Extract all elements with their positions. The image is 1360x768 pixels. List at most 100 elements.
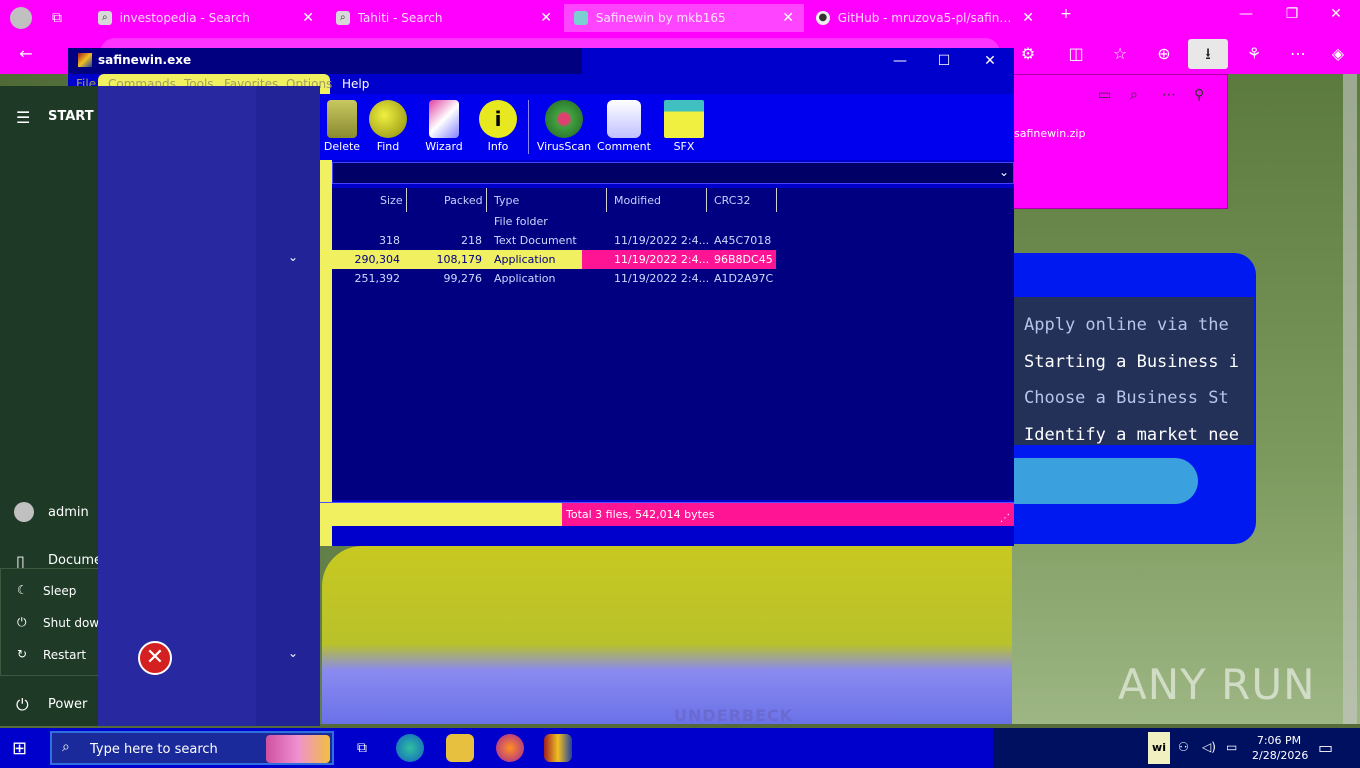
close-button[interactable]: ✕ xyxy=(970,50,1010,72)
tab-tahiti[interactable]: ⌕ Tahiti - Search ✕ xyxy=(326,4,562,32)
sfx-button[interactable]: SFX xyxy=(656,98,712,156)
cell-type: File folder xyxy=(494,215,548,228)
sleep-option[interactable]: Sleep xyxy=(43,584,76,598)
close-icon[interactable]: ✕ xyxy=(540,10,552,26)
list-item[interactable]: Identify a market nee xyxy=(1024,425,1239,445)
chevron-down-icon[interactable]: ⌄ xyxy=(288,250,298,264)
toolbar-label: Wizard xyxy=(425,140,463,153)
card-action-button[interactable] xyxy=(1014,458,1198,504)
cell-crc: A45C7018 xyxy=(714,234,772,247)
resize-grip-icon[interactable]: ⋰ xyxy=(1000,513,1010,524)
volume-icon[interactable]: ◁) xyxy=(1202,740,1216,754)
settings-icon[interactable]: ⚙ xyxy=(1016,42,1040,66)
copilot-icon[interactable]: ◈ xyxy=(1326,42,1350,66)
more-icon[interactable]: ⋯ xyxy=(1162,87,1176,103)
download-icon[interactable]: ⭳ xyxy=(1188,39,1228,69)
sleep-icon: ☾ xyxy=(17,583,28,597)
tab-github[interactable]: ● GitHub - mruzova5-pl/safinewin.exe ✕ xyxy=(806,4,1044,32)
close-icon[interactable]: ✕ xyxy=(302,10,314,26)
back-arrow-icon[interactable]: ← xyxy=(14,42,38,66)
firefox-icon[interactable] xyxy=(496,734,524,762)
table-row[interactable]: 251,392 99,276 Application 11/19/2022 2:… xyxy=(332,269,1014,288)
table-row[interactable]: 318 218 Text Document 11/19/2022 2:4... … xyxy=(332,231,1014,250)
taskbar-search-box[interactable]: ⌕ Type here to search xyxy=(50,731,334,765)
table-row-selected[interactable]: 290,304 108,179 Application 11/19/2022 2… xyxy=(332,250,1014,269)
list-item[interactable]: Starting a Business i xyxy=(1024,352,1239,372)
power-label[interactable]: Power xyxy=(48,697,87,712)
task-view-icon[interactable]: ⧉ xyxy=(348,734,376,762)
column-modified[interactable]: Modified xyxy=(614,194,661,207)
minimize-button[interactable]: — xyxy=(1228,6,1264,28)
favorites-icon[interactable]: ☆ xyxy=(1108,42,1132,66)
winrar-taskbar-icon[interactable] xyxy=(544,734,572,762)
cell-size: 318 xyxy=(379,234,400,247)
file-explorer-icon[interactable] xyxy=(446,734,474,762)
column-size[interactable]: Size xyxy=(380,194,403,207)
maximize-button[interactable]: ☐ xyxy=(924,50,964,72)
wizard-button[interactable]: Wizard xyxy=(416,98,472,156)
download-file-name[interactable]: safinewin.zip xyxy=(1014,127,1085,140)
downloads-panel: ▭ ⌕ ⋯ ⚲ safinewin.zip xyxy=(1013,74,1228,209)
close-icon[interactable]: ✕ xyxy=(782,10,794,26)
column-separator xyxy=(706,188,707,212)
winrar-titlebar[interactable]: safinewin.exe — ☐ ✕ xyxy=(68,48,1014,74)
network-icon[interactable]: ⚇ xyxy=(1178,740,1189,754)
anyrun-watermark: ANY RUN xyxy=(1118,660,1316,709)
path-dropdown[interactable]: ⌄ xyxy=(332,162,1014,184)
hamburger-icon[interactable]: ☰ xyxy=(16,108,30,127)
comment-icon xyxy=(607,100,641,138)
tab-title: investopedia - Search xyxy=(119,11,250,25)
chevron-down-icon[interactable]: ⌄ xyxy=(288,646,298,660)
column-packed[interactable]: Packed xyxy=(444,194,483,207)
toolbar-label: Comment xyxy=(597,140,651,153)
column-separator xyxy=(606,188,607,212)
tab-investopedia[interactable]: ⌕ investopedia - Search ✕ xyxy=(88,4,324,32)
tab-actions-button[interactable]: ⧉ xyxy=(48,4,80,32)
chevron-down-icon[interactable]: ⌄ xyxy=(999,165,1009,179)
shutdown-icon: ⏻ xyxy=(17,615,27,629)
toolbar-label: Find xyxy=(376,140,400,153)
split-screen-icon[interactable]: ◫ xyxy=(1064,42,1088,66)
search-placeholder: Type here to search xyxy=(90,742,218,757)
column-crc32[interactable]: CRC32 xyxy=(714,194,750,207)
tab-safinewin[interactable]: Safinewin by mkb165 ✕ xyxy=(564,4,804,32)
profile-avatar[interactable] xyxy=(6,4,38,32)
pin-icon[interactable]: ⚲ xyxy=(1194,87,1204,103)
power-icon[interactable]: ⏻ xyxy=(16,695,29,715)
virusscan-button[interactable]: VirusScan xyxy=(536,98,592,156)
cell-packed: 108,179 xyxy=(436,253,483,266)
close-button[interactable]: ✕ xyxy=(1318,6,1354,28)
maximize-button[interactable]: ❐ xyxy=(1274,6,1310,28)
list-item[interactable]: Choose a Business St xyxy=(1024,388,1229,408)
system-clock[interactable]: 7:06 PM 2/28/2026 xyxy=(1252,733,1308,763)
list-item[interactable]: Apply online via the xyxy=(1024,315,1229,335)
notification-icon[interactable]: ▭ xyxy=(1318,738,1333,757)
collections-icon[interactable]: ⊕ xyxy=(1152,42,1176,66)
table-row[interactable]: File folder xyxy=(332,212,1014,231)
extensions-icon[interactable]: ⚘ xyxy=(1242,42,1266,66)
user-name[interactable]: admin xyxy=(48,505,89,520)
page-scrollbar[interactable] xyxy=(1343,74,1357,724)
minimize-button[interactable]: — xyxy=(880,50,920,72)
user-avatar-icon[interactable] xyxy=(14,502,34,522)
info-button[interactable]: i Info xyxy=(470,98,526,156)
comment-button[interactable]: Comment xyxy=(596,98,652,156)
search-icon: ⌕ xyxy=(336,11,350,25)
close-icon[interactable]: ✕ xyxy=(1022,10,1034,26)
column-type[interactable]: Type xyxy=(494,194,519,207)
tab-title: Tahiti - Search xyxy=(357,11,443,25)
more-icon[interactable]: ⋯ xyxy=(1286,42,1310,66)
menu-help[interactable]: Help xyxy=(342,77,369,91)
cell-type: Application xyxy=(494,253,556,266)
display-icon[interactable]: ▭ xyxy=(1226,740,1237,754)
tab-title: Safinewin by mkb165 xyxy=(595,11,726,25)
active-app-icon[interactable]: wi xyxy=(1148,732,1170,764)
search-icon[interactable]: ⌕ xyxy=(1130,87,1138,103)
github-icon: ● xyxy=(816,11,830,25)
edge-icon[interactable] xyxy=(396,734,424,762)
windows-start-icon[interactable]: ⊞ xyxy=(12,738,27,759)
new-tab-button[interactable]: + xyxy=(1048,6,1084,28)
restart-option[interactable]: Restart xyxy=(43,648,86,662)
folder-icon[interactable]: ▭ xyxy=(1098,87,1111,103)
find-button[interactable]: Find xyxy=(360,98,416,156)
